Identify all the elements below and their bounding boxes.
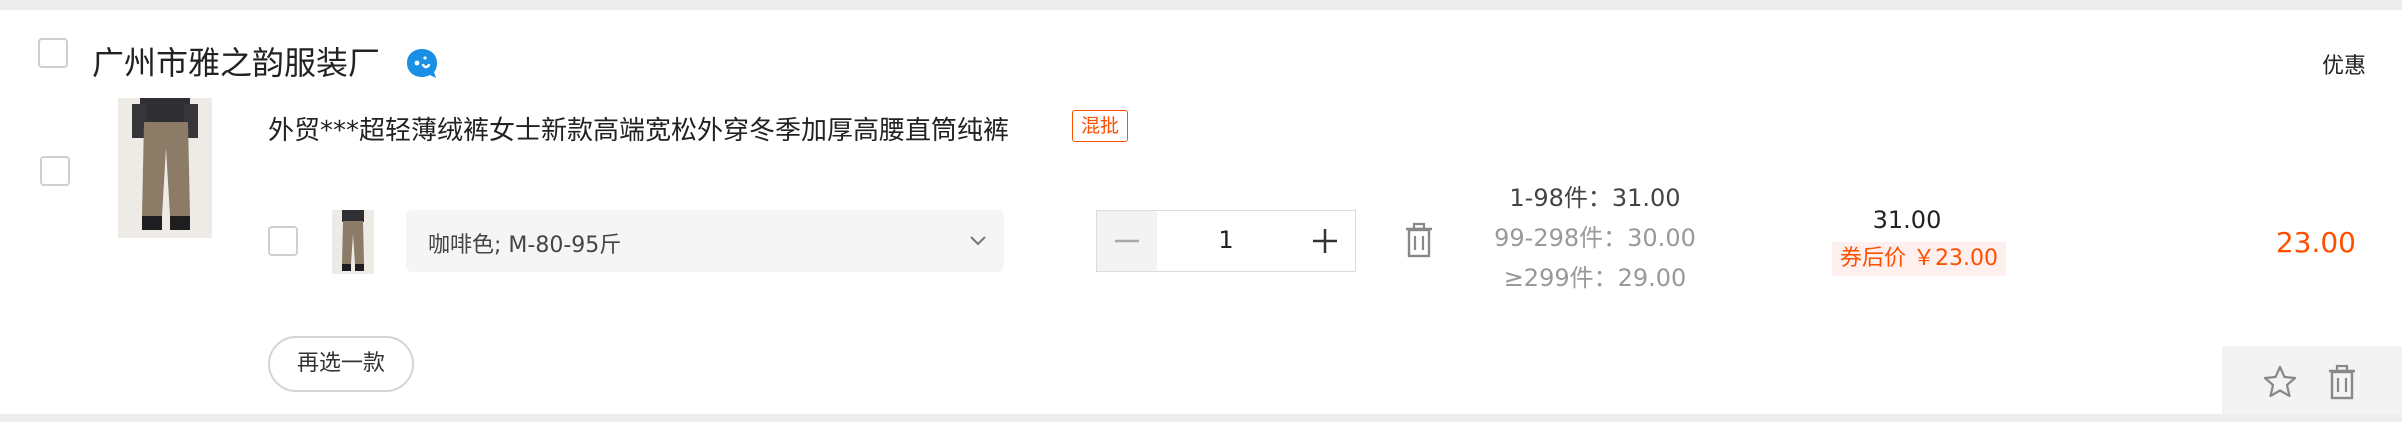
star-icon[interactable] bbox=[2262, 364, 2298, 400]
quantity-stepper: 1 bbox=[1096, 210, 1356, 272]
unit-price: 31.00 bbox=[1872, 206, 1942, 234]
price-tier-1: 1-98件：31.00 bbox=[1509, 184, 1681, 212]
chevron-down-icon bbox=[970, 236, 986, 246]
trash-icon[interactable] bbox=[1404, 222, 1434, 258]
discount-column-label: 优惠 bbox=[2321, 54, 2366, 79]
product-title[interactable]: 外贸***超轻薄绒裤女士新款高端宽松外穿冬季加厚高腰直筒纯裤 bbox=[268, 110, 1009, 147]
subtotal-price: 23.00 bbox=[2275, 226, 2356, 259]
coupon-price: 券后价 ￥23.00 bbox=[1832, 242, 2006, 276]
product-image[interactable] bbox=[118, 98, 212, 238]
mixed-batch-tag: 混批 bbox=[1072, 110, 1129, 142]
wangwang-chat-icon[interactable] bbox=[404, 46, 440, 82]
price-tier-2: 99-298件：30.00 bbox=[1494, 224, 1696, 252]
quantity-input[interactable]: 1 bbox=[1157, 226, 1295, 254]
shop-name[interactable]: 广州市雅之韵服装厂 bbox=[92, 38, 380, 84]
plus-icon bbox=[1313, 229, 1337, 253]
product-select-checkbox[interactable] bbox=[40, 156, 70, 186]
quantity-decrease-button[interactable] bbox=[1097, 211, 1157, 271]
sku-selected-value: 咖啡色; M-80-95斤 bbox=[428, 233, 622, 258]
cart-shop-card: 广州市雅之韵服装厂 优惠 外贸***超轻薄绒裤女士新款高端宽松外穿冬季加厚高腰直… bbox=[0, 10, 2402, 414]
sku-select[interactable]: 咖啡色; M-80-95斤 bbox=[406, 210, 1004, 272]
price-tier-3: ≥299件：29.00 bbox=[1503, 264, 1687, 292]
minus-icon bbox=[1115, 239, 1139, 243]
sku-select-checkbox[interactable] bbox=[268, 226, 298, 256]
quantity-increase-button[interactable] bbox=[1295, 211, 1355, 271]
trash-icon[interactable] bbox=[2326, 364, 2358, 400]
reselect-button[interactable]: 再选一款 bbox=[268, 336, 414, 392]
sku-thumbnail bbox=[332, 210, 374, 274]
item-actions-bar bbox=[2222, 346, 2402, 414]
shop-select-checkbox[interactable] bbox=[38, 38, 68, 68]
